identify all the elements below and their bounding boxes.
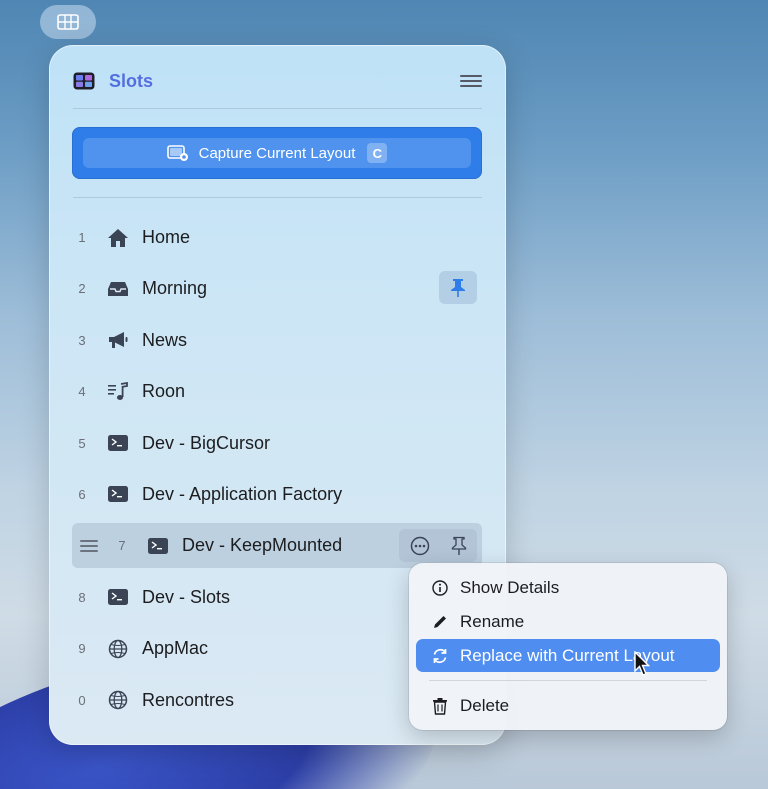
menu-icon[interactable] [460, 70, 482, 92]
slot-item[interactable]: 6 Dev - Application Factory [72, 472, 482, 517]
terminal-icon [106, 586, 130, 608]
menu-separator [429, 680, 707, 681]
pin-button[interactable] [451, 536, 467, 556]
info-icon [430, 578, 450, 598]
menu-item-show-details[interactable]: Show Details [416, 571, 720, 604]
capture-shortcut-badge: C [367, 143, 388, 163]
slot-number: 4 [78, 384, 86, 400]
refresh-icon [430, 646, 450, 666]
terminal-icon [106, 483, 130, 505]
slot-label: Roon [142, 381, 186, 402]
slot-number: 0 [78, 692, 86, 708]
pin-button[interactable] [439, 271, 477, 305]
slot-label: Home [142, 227, 191, 247]
slot-number: 9 [78, 641, 86, 657]
menubar-slots-icon[interactable] [40, 5, 96, 39]
slot-number: 1 [78, 230, 86, 245]
slot-number: 8 [78, 589, 86, 605]
menu-item-label: Delete [460, 695, 510, 715]
more-icon [410, 536, 429, 556]
terminal-icon [146, 535, 170, 557]
slot-item[interactable]: 3 News [72, 318, 482, 363]
slot-label: Dev - Application Factory [142, 483, 343, 504]
pin-outline-icon [451, 536, 466, 555]
menu-item-delete[interactable]: Delete [416, 689, 720, 722]
capture-current-layout-button[interactable]: Capture Current Layout C [83, 138, 471, 168]
slot-item[interactable]: 5 Dev - BigCursor [72, 421, 482, 466]
app-grid-icon [73, 72, 95, 90]
grid-icon [57, 14, 79, 30]
pin-icon [451, 278, 465, 297]
house-icon [106, 227, 130, 249]
slot-label: Dev - KeepMounted [182, 535, 343, 556]
capture-button-label: Capture Current Layout [198, 144, 356, 162]
slot-item[interactable]: 4 Roon [72, 369, 482, 414]
megaphone-icon [106, 329, 130, 351]
slot-number: 6 [78, 486, 86, 502]
drag-handle-icon[interactable] [80, 539, 98, 552]
slot-label: Dev - BigCursor [142, 432, 271, 453]
tray-icon [106, 278, 130, 300]
capture-icon [166, 145, 188, 161]
slot-action-group [399, 529, 477, 563]
desktop-background: Slots Capture Current Layout C 1 Home 2 … [0, 0, 768, 789]
slot-item-active[interactable]: 7 Dev - KeepMounted [72, 523, 482, 569]
slot-label: News [142, 329, 188, 350]
globe-icon [106, 689, 130, 711]
trash-icon [430, 696, 450, 716]
slot-number: 5 [78, 435, 86, 451]
context-menu: Show Details Rename Replace with Current… [409, 563, 727, 730]
globe-icon [106, 638, 130, 660]
slot-number: 7 [118, 538, 126, 554]
capture-button-frame: Capture Current Layout C [72, 127, 482, 179]
slot-label: Rencontres [142, 689, 235, 710]
menu-item-rename[interactable]: Rename [416, 605, 720, 638]
capture-divider [73, 197, 482, 198]
music-list-icon [106, 381, 130, 403]
pencil-icon [430, 612, 450, 632]
slot-number: 3 [78, 332, 86, 348]
panel-title: Slots [109, 71, 460, 92]
menu-item-label: Rename [460, 611, 525, 631]
slot-label: Dev - Slots [142, 586, 231, 607]
terminal-icon [106, 432, 130, 454]
slot-item[interactable]: 2 Morning [72, 266, 482, 311]
slot-label: AppMac [142, 638, 209, 659]
more-options-button[interactable] [410, 536, 430, 556]
menu-item-replace-layout[interactable]: Replace with Current Layout [416, 639, 720, 672]
header-divider [73, 108, 482, 109]
slot-label: Morning [142, 278, 208, 299]
menu-item-label: Show Details [460, 577, 560, 597]
panel-header: Slots [73, 67, 482, 95]
mouse-cursor-icon [634, 651, 650, 676]
slot-item[interactable]: 1 Home [72, 215, 482, 260]
slot-number: 2 [78, 281, 86, 297]
